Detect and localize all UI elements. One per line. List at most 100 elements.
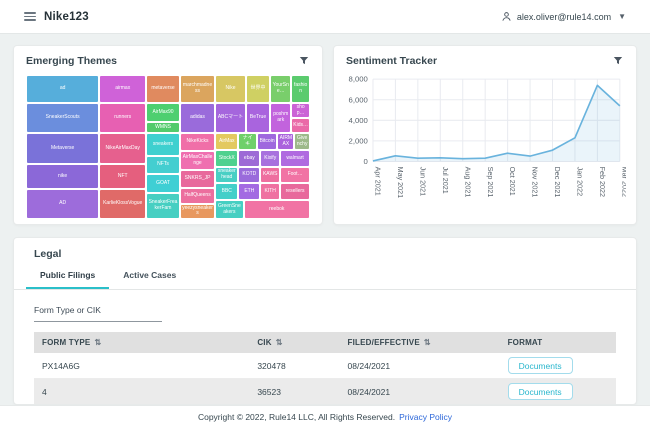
svg-text:Oct 2021: Oct 2021 [508, 167, 517, 196]
treemap-tile[interactable]: Nike [215, 75, 246, 103]
treemap-tile[interactable]: Foot… [280, 167, 310, 183]
treemap-tile[interactable]: KOTD [238, 167, 260, 183]
treemap-tile[interactable]: AirMax [215, 133, 238, 150]
treemap-tile-label: Kids… [292, 123, 309, 129]
treemap-tile[interactable]: poshmark [270, 103, 291, 133]
treemap-tile[interactable]: GreenSneakers [215, 200, 243, 219]
treemap-tile[interactable]: BeTrue [246, 103, 270, 133]
treemap-tile[interactable]: KAWS [260, 167, 280, 183]
cell-cik: 320478 [249, 353, 339, 379]
treemap-tile-label: poshmark [271, 112, 290, 124]
treemap-tile-label: metaverse [150, 86, 175, 92]
treemap-tile[interactable]: shop… [291, 103, 310, 118]
form-type-cik-input[interactable] [34, 303, 162, 322]
treemap-tile[interactable]: SneakerScouts [26, 103, 99, 133]
treemap-tile[interactable]: BBC [215, 183, 238, 200]
treemap-tile-label: BeTrue [249, 115, 267, 121]
svg-text:0: 0 [364, 157, 368, 166]
treemap-tile-label: shop… [292, 105, 309, 117]
treemap-tile[interactable]: Bitcoin [257, 133, 277, 150]
treemap-tile[interactable]: AIRMAX [277, 133, 294, 150]
treemap-tile[interactable]: sneakerhead [215, 167, 238, 183]
treemap-tile-label: AirMax [218, 139, 236, 145]
treemap-tile[interactable]: KITH [260, 183, 280, 200]
treemap-tile[interactable]: nike [26, 164, 99, 189]
tab-public-filings[interactable]: Public Filings [26, 264, 109, 289]
treemap-tile[interactable]: resellers [280, 183, 310, 200]
treemap-tile[interactable]: ad [26, 75, 99, 103]
cell-filed: 08/24/2021 [340, 353, 500, 379]
svg-text:Jan 2022: Jan 2022 [576, 167, 585, 197]
treemap-tile-label: walmart [285, 156, 305, 162]
treemap-tile[interactable]: runners [99, 103, 146, 133]
treemap-tile[interactable]: AD [26, 189, 99, 219]
svg-text:Feb 2022: Feb 2022 [598, 167, 607, 197]
treemap-tile-label: 世界中 [250, 86, 267, 92]
treemap-tile[interactable]: GOAT [146, 174, 180, 193]
sort-icon[interactable]: ⇅ [94, 338, 101, 347]
treemap-tile[interactable]: adidas [180, 103, 215, 133]
treemap-tile[interactable]: WMNS [146, 122, 180, 134]
treemap-tile[interactable]: SNKRS_JP [180, 170, 215, 188]
treemap-tile-label: KOTD [241, 172, 257, 178]
treemap-tile[interactable]: NFTs [146, 156, 180, 175]
treemap-tile[interactable]: fashion [291, 75, 310, 103]
column-header: FORMAT [500, 332, 616, 353]
treemap-tile-label: AirMaxChallenge [181, 155, 214, 167]
treemap-tile[interactable]: NFT [99, 164, 146, 189]
treemap-tile[interactable]: KarlieKlossVogue [99, 189, 146, 219]
treemap-tile[interactable]: reebok [244, 200, 310, 219]
privacy-policy-link[interactable]: Privacy Policy [399, 412, 452, 422]
treemap-tile[interactable]: YourSne… [270, 75, 291, 103]
filings-table-header: FORM TYPE⇅CIK⇅FILED/EFFECTIVE⇅FORMAT [34, 332, 616, 353]
treemap-tile-label: KarlieKlossVogue [102, 201, 143, 207]
treemap-tile-label: NikeAirMaxDay [104, 146, 140, 152]
treemap-tile-label: Metaverse [50, 146, 75, 152]
treemap-tile[interactable]: SneakerFreakerFam [146, 193, 180, 219]
treemap-tile-label: Givenchy [295, 136, 309, 148]
treemap-tile[interactable]: HalfQueens [180, 188, 215, 204]
treemap-tile-label: Bitcoin [259, 139, 276, 145]
treemap-tile[interactable]: Givenchy [294, 133, 310, 150]
menu-icon[interactable] [24, 12, 36, 21]
treemap-tile[interactable]: Kixify [260, 150, 280, 167]
treemap-tile[interactable]: Metaverse [26, 133, 99, 164]
treemap-tile[interactable]: ABCマート [215, 103, 246, 133]
treemap-tile[interactable]: ETH [238, 183, 260, 200]
emerging-themes-card: Emerging Themes adairmaxmetaversemarchma… [13, 45, 323, 225]
documents-button[interactable]: Documents [508, 383, 573, 400]
user-menu[interactable]: alex.oliver@rule14.com ▼ [501, 11, 626, 22]
treemap-tile[interactable]: ebay [238, 150, 260, 167]
treemap-tile-label: NikeKicks [186, 139, 210, 145]
column-header: CIK⇅ [249, 332, 339, 353]
treemap-tile[interactable]: Kids… [291, 118, 310, 133]
treemap-tile-label: AD [58, 201, 67, 207]
documents-button[interactable]: Documents [508, 357, 573, 374]
treemap-tile-label: WMNS [154, 125, 172, 131]
treemap-tile[interactable]: sneakers [146, 133, 180, 155]
treemap-tile[interactable]: StockX [215, 150, 238, 167]
cell-cik: 36523 [249, 379, 339, 405]
treemap-tile[interactable]: yeezysneakers [180, 204, 215, 219]
treemap-tile[interactable]: walmart [280, 150, 310, 167]
sort-icon[interactable]: ⇅ [276, 338, 283, 347]
treemap-tile[interactable]: metaverse [146, 75, 180, 103]
treemap-tile[interactable]: NikeAirMaxDay [99, 133, 146, 164]
treemap-tile-label: StockX [218, 156, 236, 162]
sentiment-filter-button[interactable] [612, 55, 624, 67]
sort-icon[interactable]: ⇅ [424, 338, 431, 347]
treemap-tile-label: nike [57, 174, 68, 180]
copyright-text: Copyright © 2022, Rule14 LLC, All Rights… [198, 412, 395, 422]
treemap-tile-label: runners [113, 115, 132, 121]
treemap-tile[interactable]: ナイキ [238, 133, 256, 150]
treemap-tile[interactable]: 世界中 [246, 75, 270, 103]
filings-table: FORM TYPE⇅CIK⇅FILED/EFFECTIVE⇅FORMAT PX1… [34, 332, 616, 405]
treemap-tile[interactable]: NikeKicks [180, 133, 215, 151]
svg-text:May 2021: May 2021 [396, 167, 405, 199]
treemap-tile[interactable]: airmax [99, 75, 146, 103]
treemap-tile[interactable]: AirMaxChallenge [180, 151, 215, 170]
themes-filter-button[interactable] [298, 55, 310, 67]
tab-active-cases[interactable]: Active Cases [109, 264, 190, 289]
treemap-tile[interactable]: marchmadness [180, 75, 215, 103]
treemap-tile[interactable]: AirMax90 [146, 103, 180, 122]
